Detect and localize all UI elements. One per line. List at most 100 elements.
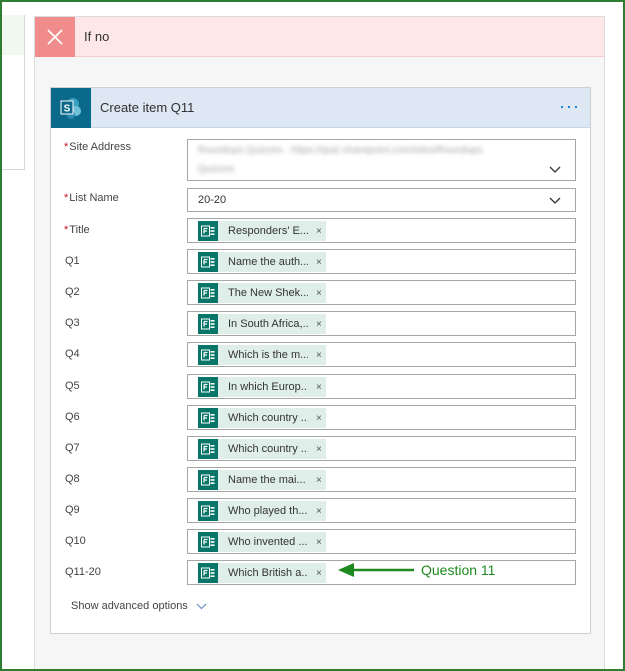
dynamic-content-token[interactable]: Name the auth... × xyxy=(198,252,326,272)
dynamic-content-token[interactable]: Who invented ... × xyxy=(198,532,326,552)
field-label: Q10 xyxy=(64,535,86,547)
field-label-text: Q2 xyxy=(65,286,80,298)
svg-text:S: S xyxy=(64,103,71,114)
token-text: Name the mai... xyxy=(228,474,306,486)
close-x-icon xyxy=(35,16,75,57)
advanced-options-label: Show advanced options xyxy=(71,600,188,612)
remove-token-button[interactable]: × xyxy=(316,568,322,579)
field-label-text: Title xyxy=(69,224,90,236)
field-input[interactable]: In South Africa,... × xyxy=(187,311,576,336)
field-label-text: Q8 xyxy=(65,473,80,485)
token-text: Which British a... xyxy=(228,567,308,579)
required-marker: * xyxy=(64,192,69,204)
microsoft-forms-icon xyxy=(198,252,218,272)
field-input[interactable]: Name the mai... × xyxy=(187,467,576,492)
field-input[interactable]: The New Shek... × xyxy=(187,280,576,305)
field-label-text: Q6 xyxy=(65,411,80,423)
site-address-value-line2: Quizzes xyxy=(198,164,235,175)
remove-token-button[interactable]: × xyxy=(316,382,322,393)
dynamic-content-token[interactable]: In which Europ... × xyxy=(198,377,326,397)
token-text: In which Europ... xyxy=(228,381,308,393)
microsoft-forms-icon xyxy=(198,314,218,334)
field-input[interactable]: Responders' E... × xyxy=(187,218,576,243)
field-label: Q8 xyxy=(64,473,80,485)
required-marker: * xyxy=(64,224,69,236)
field-input[interactable]: Which is the m... × xyxy=(187,342,576,367)
arrow-left-icon xyxy=(338,563,414,577)
microsoft-forms-icon xyxy=(198,501,218,521)
dynamic-content-token[interactable]: Who played th... × xyxy=(198,501,326,521)
action-title: Create item Q11 xyxy=(100,100,195,115)
sibling-branch-header xyxy=(0,15,24,55)
field-label: Q9 xyxy=(64,504,80,516)
field-label: Q5 xyxy=(64,380,80,392)
required-marker: * xyxy=(64,141,69,153)
remove-token-button[interactable]: × xyxy=(316,444,322,455)
dynamic-content-token[interactable]: Which country ... × xyxy=(198,439,326,459)
token-text: Which country ... xyxy=(228,412,308,424)
list-name-dropdown[interactable]: 20-20 xyxy=(187,188,576,212)
dynamic-content-token[interactable]: Which British a... × xyxy=(198,563,326,583)
field-label: Q11-20 xyxy=(64,566,101,578)
site-address-label-text: Site Address xyxy=(69,141,132,153)
remove-token-button[interactable]: × xyxy=(316,257,322,268)
field-label: *Title xyxy=(64,224,90,236)
if-no-title: If no xyxy=(84,29,110,44)
site-address-field[interactable]: Roundups Quizzes · https://quiz.sharepoi… xyxy=(187,139,576,181)
remove-token-button[interactable]: × xyxy=(316,319,322,330)
if-no-branch: If no S Create item Q11 ··· *Site Addres… xyxy=(34,16,605,671)
field-label-text: Q9 xyxy=(65,504,80,516)
field-label-text: Q1 xyxy=(65,255,80,267)
remove-token-button[interactable]: × xyxy=(316,537,322,548)
field-input[interactable]: In which Europ... × xyxy=(187,374,576,399)
dynamic-content-token[interactable]: Which country ... × xyxy=(198,408,326,428)
token-text: Which is the m... xyxy=(228,349,308,361)
more-options-button[interactable]: ··· xyxy=(559,97,580,115)
remove-token-button[interactable]: × xyxy=(316,226,322,237)
dynamic-content-token[interactable]: Name the mai... × xyxy=(198,470,326,490)
create-item-card: S Create item Q11 ··· *Site Address Roun… xyxy=(50,87,591,634)
token-text: Which country ... xyxy=(228,443,308,455)
microsoft-forms-icon xyxy=(198,470,218,490)
field-input[interactable]: Which country ... × xyxy=(187,436,576,461)
field-input[interactable]: Name the auth... × xyxy=(187,249,576,274)
microsoft-forms-icon xyxy=(198,377,218,397)
field-label: Q4 xyxy=(64,348,80,360)
token-text: Who invented ... xyxy=(228,536,308,548)
field-input[interactable]: Which country ... × xyxy=(187,405,576,430)
remove-token-button[interactable]: × xyxy=(316,475,322,486)
microsoft-forms-icon xyxy=(198,345,218,365)
remove-token-button[interactable]: × xyxy=(316,506,322,517)
show-advanced-options-button[interactable]: Show advanced options xyxy=(71,600,207,612)
list-name-value: 20-20 xyxy=(198,194,227,206)
remove-token-button[interactable]: × xyxy=(316,288,322,299)
dynamic-content-token[interactable]: Which is the m... × xyxy=(198,345,326,365)
field-label: Q3 xyxy=(64,317,80,329)
field-input[interactable]: Who invented ... × xyxy=(187,529,576,554)
site-address-label: *Site Address xyxy=(64,141,131,153)
field-label: Q7 xyxy=(64,442,80,454)
remove-token-button[interactable]: × xyxy=(316,350,322,361)
token-text: Who played th... xyxy=(228,505,308,517)
question-11-callout: Question 11 xyxy=(421,562,496,578)
chevron-down-icon[interactable] xyxy=(549,166,561,174)
microsoft-forms-icon xyxy=(198,439,218,459)
frame-mark xyxy=(546,0,550,2)
dynamic-content-token[interactable]: In South Africa,... × xyxy=(198,314,326,334)
if-no-header[interactable]: If no xyxy=(35,16,604,57)
dynamic-content-token[interactable]: The New Shek... × xyxy=(198,283,326,303)
field-label: Q2 xyxy=(64,286,80,298)
dynamic-content-token[interactable]: Responders' E... × xyxy=(198,221,326,241)
create-item-header[interactable]: S Create item Q11 ··· xyxy=(51,87,590,128)
chevron-down-icon xyxy=(196,603,207,609)
site-address-value: Roundups Quizzes · https://quiz.sharepoi… xyxy=(198,145,483,156)
microsoft-forms-icon xyxy=(198,563,218,583)
microsoft-forms-icon xyxy=(198,283,218,303)
microsoft-forms-icon xyxy=(198,408,218,428)
token-text: Responders' E... xyxy=(228,225,308,237)
field-input[interactable]: Who played th... × xyxy=(187,498,576,523)
chevron-down-icon[interactable] xyxy=(549,197,561,205)
field-label-text: Q10 xyxy=(65,535,86,547)
remove-token-button[interactable]: × xyxy=(316,413,322,424)
sharepoint-icon: S xyxy=(51,87,91,128)
